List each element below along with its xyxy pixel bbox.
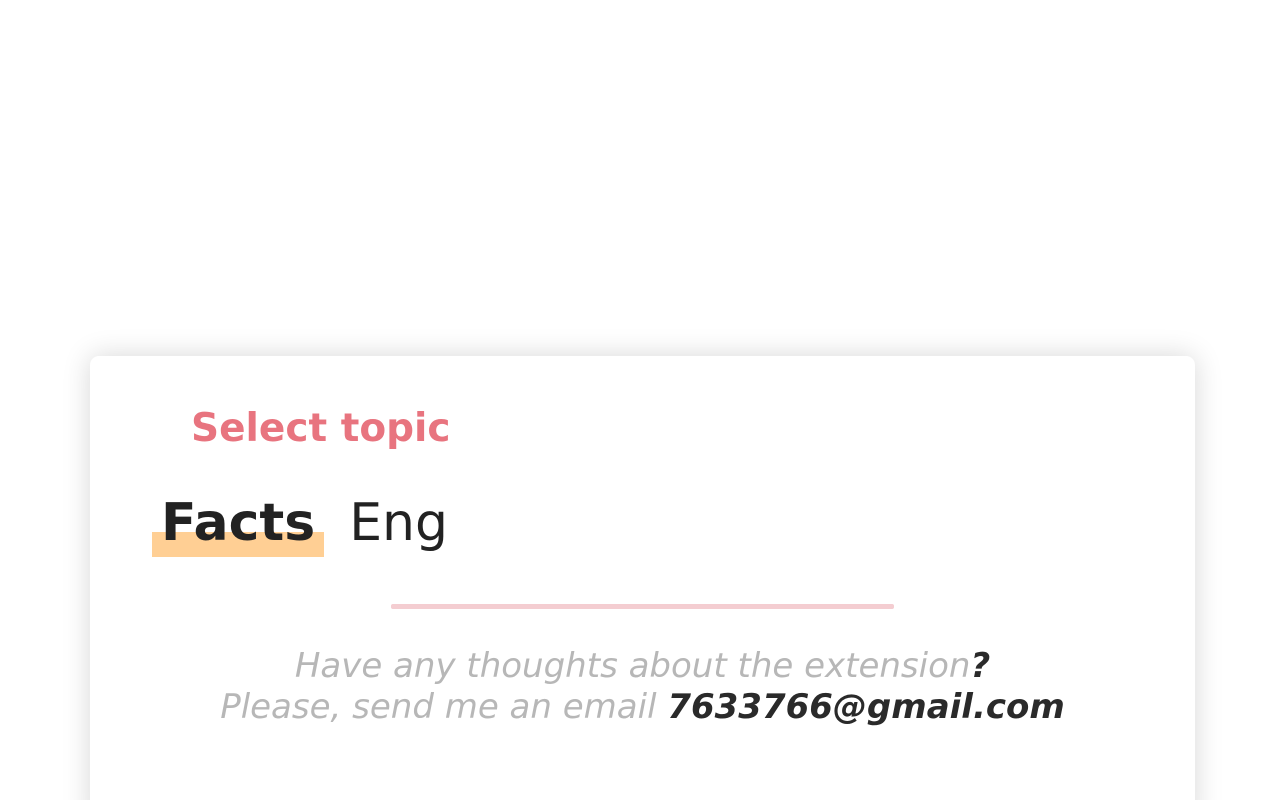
feedback-question-text: Have any thoughts about the extension: [294, 646, 971, 686]
feedback-line-2: Please, send me an email 7633766@gmail.c…: [90, 687, 1195, 728]
feedback-email-link[interactable]: 7633766@gmail.com: [667, 687, 1064, 727]
divider: [391, 604, 894, 609]
tab-facts-label: Facts: [161, 493, 316, 553]
topic-tabs: Facts Eng: [152, 488, 457, 558]
tab-facts[interactable]: Facts: [152, 490, 325, 557]
feedback-line-1: Have any thoughts about the extension?: [90, 646, 1195, 687]
select-topic-title: Select topic: [191, 406, 451, 451]
feedback-question-mark: ?: [970, 646, 991, 686]
feedback-message: Have any thoughts about the extension? P…: [90, 646, 1195, 728]
feedback-email-prompt: Please, send me an email: [220, 687, 668, 727]
topic-card: Select topic Facts Eng Have any thoughts…: [90, 356, 1195, 800]
page: Select topic Facts Eng Have any thoughts…: [0, 0, 1280, 800]
tab-eng-label: Eng: [349, 493, 449, 553]
tab-eng[interactable]: Eng: [340, 490, 457, 556]
